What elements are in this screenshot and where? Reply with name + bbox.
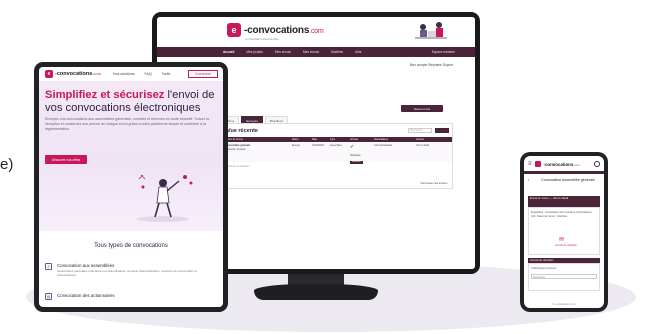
- item-title: Convocation aux assemblées: [57, 263, 115, 268]
- new-send-button[interactable]: Nouvel envoi: [401, 105, 443, 112]
- cell-type: Assemblée: [330, 144, 342, 147]
- logo-text[interactable]: -convocations.com: [544, 162, 580, 167]
- card-text: Expéditeur : Association des membres. De…: [531, 211, 594, 218]
- monitor-stand-base: [254, 284, 378, 300]
- back-icon[interactable]: ‹: [528, 177, 529, 182]
- cell-date: 12/03/2024: [312, 144, 324, 147]
- footer: © e-convocations.com: [552, 303, 576, 306]
- logo-text[interactable]: -convocations.com: [55, 71, 101, 77]
- phone-nav-bar: [524, 171, 604, 174]
- logo-mark-icon[interactable]: e: [45, 70, 53, 78]
- tablet-screen: e -convocations.com Nos solutions FAQ Ta…: [39, 67, 223, 307]
- tagline: Convocation électronique: [245, 37, 279, 41]
- item-text: Assemblées générales ordinaires et extra…: [57, 269, 197, 277]
- column-header[interactable]: Destinataires: [374, 137, 416, 142]
- search-input[interactable]: Rechercher: [408, 128, 432, 133]
- receipt-card: Télécharger la preuve Rechercher: [528, 263, 600, 291]
- nav-item-templates[interactable]: Modèles: [331, 50, 343, 54]
- login-button[interactable]: Connexion: [187, 70, 218, 78]
- logo-name: -convocations: [244, 24, 310, 36]
- item-title: Convocation des actionnaires: [57, 293, 115, 298]
- column-header[interactable]: Type: [330, 137, 350, 142]
- hero-illustration-icon: [137, 174, 193, 222]
- card-header[interactable]: Envoi en cours — Voir le détail: [528, 196, 600, 207]
- nav-item-faq[interactable]: FAQ: [145, 72, 152, 76]
- hero-title-highlight: Simplifiez et sécurisez: [45, 89, 165, 101]
- column-header[interactable]: Actions: [416, 137, 452, 142]
- nav-item-home[interactable]: Accueil: [223, 50, 234, 54]
- phone-screen: ≡ -convocations.com ‹ Convocation Assemb…: [524, 156, 604, 308]
- page-title-text: Convocation Assemblée générale: [541, 178, 595, 182]
- phone-header: ≡ -convocations.com: [524, 158, 604, 170]
- nav-item-member[interactable]: Espace membre: [432, 50, 455, 54]
- logo-name: -convocations: [543, 161, 574, 167]
- row-name: Assemblée générale: [227, 144, 251, 147]
- search-field[interactable]: Rechercher: [531, 274, 597, 279]
- check-label: Distribuée: [350, 154, 361, 157]
- tablet-device: e -convocations.com Nos solutions FAQ Ta…: [34, 62, 228, 312]
- section-title: Tous types de convocations: [94, 243, 168, 249]
- download-link[interactable]: Télécharger la preuve: [531, 267, 556, 270]
- cell-recipients: 124 destinataires: [374, 144, 393, 147]
- detail-card: Expéditeur : Association des membres. De…: [528, 207, 600, 255]
- header-illustration-icon: [415, 22, 447, 39]
- nav-item-solutions[interactable]: Nos solutions: [113, 72, 135, 76]
- hero-title: Simplifiez et sécurisez l'envoi de vos c…: [45, 89, 215, 115]
- discover-offers-button[interactable]: Découvrir nos offres: [45, 155, 87, 164]
- logo[interactable]: e -convocations.com: [227, 23, 324, 37]
- user-menu[interactable]: Mon compte Stéphane Dupont: [410, 63, 453, 67]
- document-icon: ▤: [45, 293, 52, 300]
- nav-item-sends[interactable]: Mes envois: [275, 50, 291, 54]
- page-title: ‹ Convocation Assemblée générale: [528, 177, 600, 182]
- column-header[interactable]: Accusé: [350, 137, 374, 142]
- receipt-icon: ✉: [559, 237, 565, 243]
- cell-name: Assemblée générale Réunion annuelle: [224, 143, 292, 162]
- archive-link[interactable]: Archiver la sélection: [228, 165, 249, 168]
- table-row[interactable]: Assemblée générale Réunion annuelle Envoy…: [224, 143, 452, 164]
- phone-device: ≡ -convocations.com ‹ Convocation Assemb…: [520, 152, 608, 312]
- badge-text: Accusé de réception: [555, 244, 577, 247]
- logo-name: -convocations: [55, 71, 93, 77]
- row-detail: Réunion annuelle: [227, 148, 246, 151]
- logo-domain: .com: [309, 27, 324, 35]
- user-icon[interactable]: [594, 161, 600, 167]
- recent-card: Vue récente Rechercher Nom de l'envoi St…: [223, 123, 453, 189]
- check-icon: ✔: [350, 144, 355, 150]
- cell-status: Envoyé: [292, 144, 300, 147]
- main-nav: Accueil Mes projets Mes envois Mes envoi…: [157, 47, 475, 57]
- cropped-text: e): [0, 156, 14, 173]
- column-header[interactable]: Statut: [292, 137, 312, 142]
- cell-ack: ✔ Distribuée Relancer: [350, 143, 374, 164]
- relaunch-button[interactable]: Relancer: [350, 161, 363, 164]
- detail-link[interactable]: Voir le détail: [416, 143, 452, 162]
- logo-domain: .com: [92, 71, 101, 76]
- logo-mark-icon[interactable]: [534, 161, 541, 167]
- desktop-header: e -convocations.com Convocation électron…: [157, 17, 475, 47]
- menu-icon[interactable]: ≡: [528, 161, 532, 167]
- card-title: Vue récente: [227, 128, 258, 134]
- column-header[interactable]: Date: [312, 137, 330, 142]
- user-icon: ♙: [45, 263, 52, 270]
- column-header[interactable]: Nom de l'envoi: [224, 137, 292, 142]
- search-button[interactable]: [435, 128, 449, 133]
- nav-item-help[interactable]: Aide: [355, 50, 361, 54]
- nav-item-sends-2[interactable]: Mes envois: [303, 50, 319, 54]
- nav-item-projects[interactable]: Mes projets: [246, 50, 262, 54]
- tablet-header: e -convocations.com Nos solutions FAQ Ta…: [39, 67, 223, 81]
- hero-lead: Envoyez vos convocations aux assemblées …: [45, 117, 210, 131]
- logo-mark-icon: e: [227, 23, 241, 37]
- logo-text: -convocations.com: [244, 25, 324, 36]
- logo-domain: .com: [573, 162, 580, 167]
- table-header: Nom de l'envoi Statut Date Type Accusé D…: [224, 137, 452, 142]
- tablet-nav: Nos solutions FAQ Tarifs: [113, 72, 170, 76]
- nav-item-pricing[interactable]: Tarifs: [162, 72, 171, 76]
- view-all-link[interactable]: Voir toutes mes envois ›: [420, 182, 448, 185]
